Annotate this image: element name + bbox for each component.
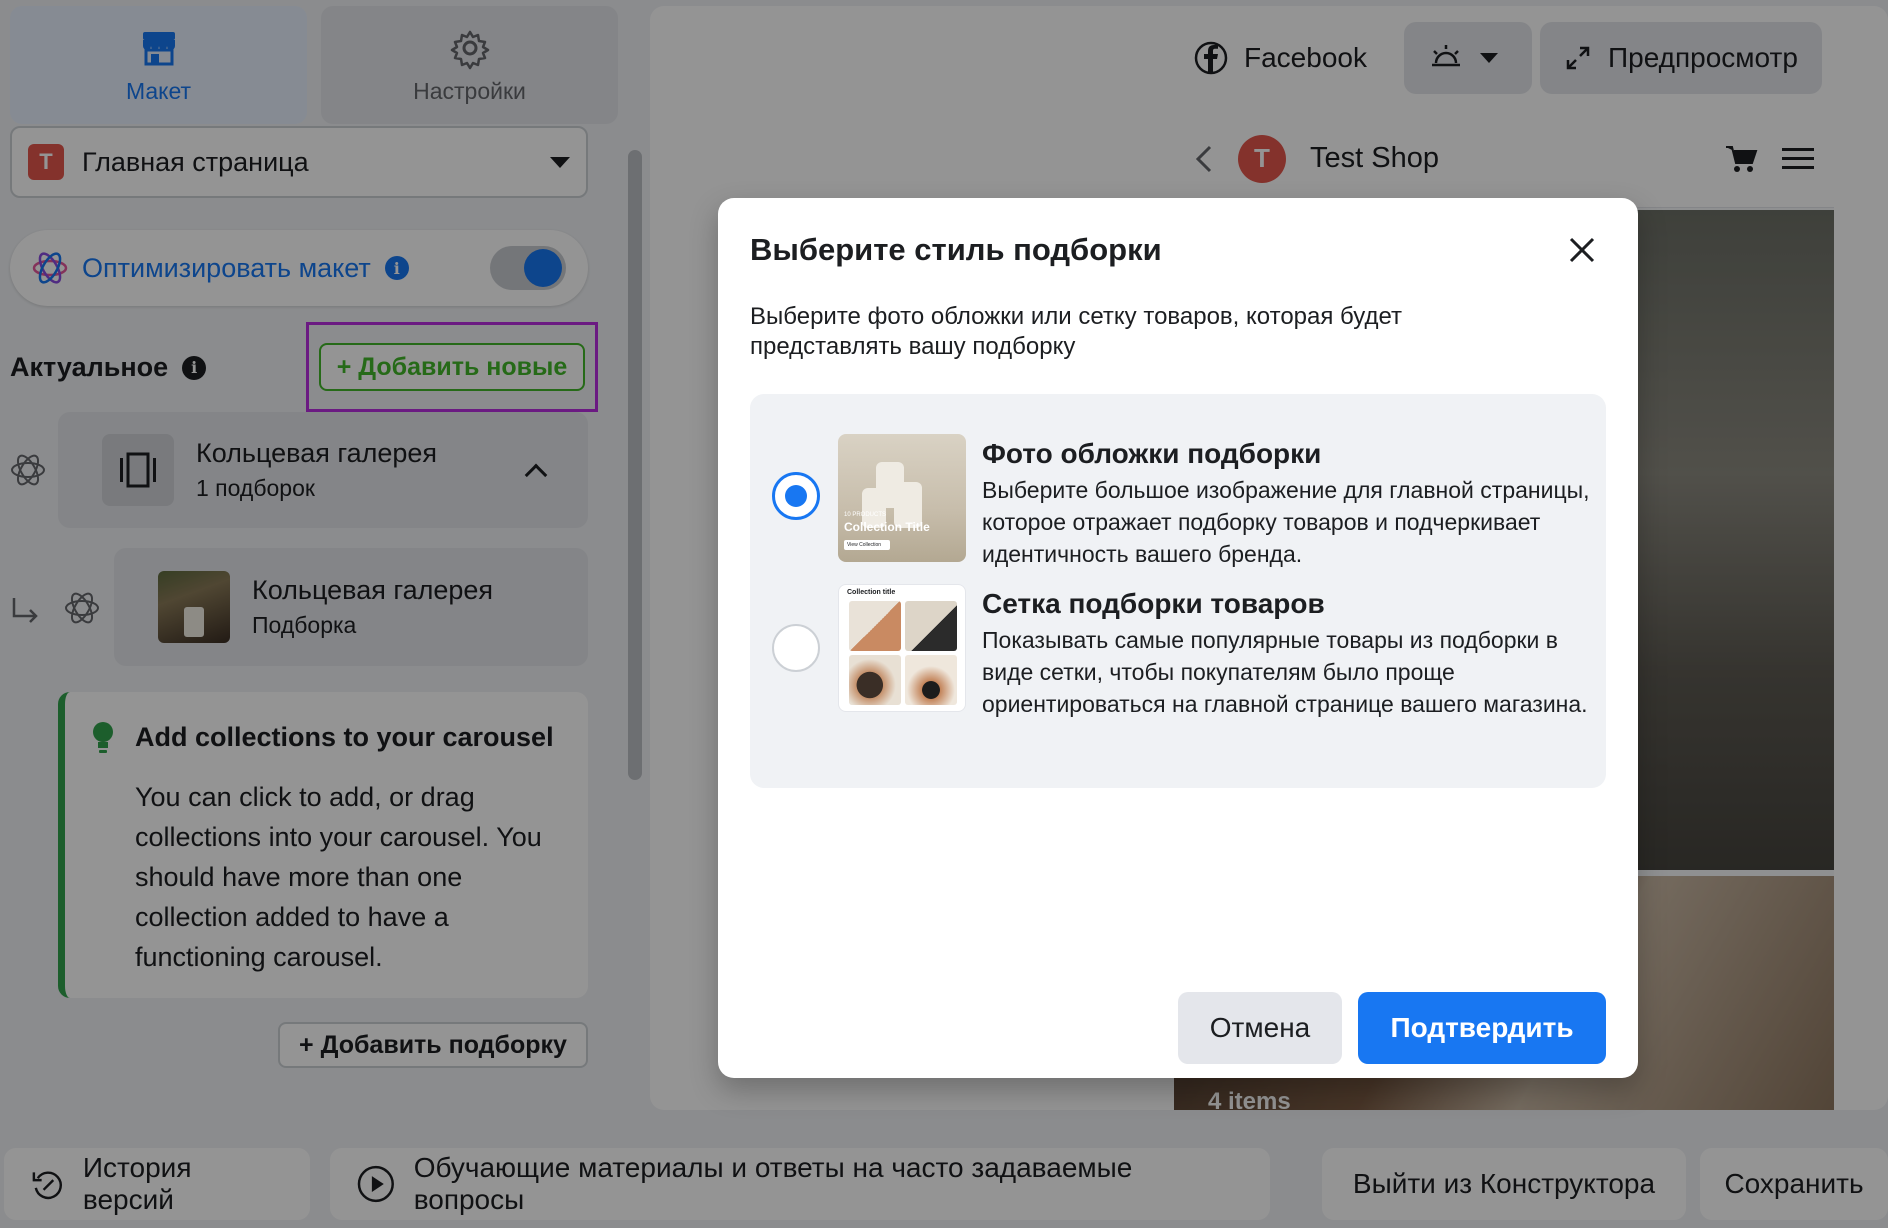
collection-style-dialog: Выберите стиль подборки Выберите фото об… — [718, 198, 1638, 1078]
dialog-title: Выберите стиль подборки — [750, 232, 1162, 267]
option-cover-title: Фото обложки подборки — [982, 438, 1322, 469]
option-grid-body: Показывать самые популярные товары из по… — [982, 627, 1588, 717]
close-icon — [1569, 237, 1595, 263]
option-product-grid[interactable]: Collection title Сетка подборки товаров … — [750, 580, 1606, 788]
radio-cover-photo[interactable] — [772, 472, 820, 520]
style-options: 10 PRODUCTS Collection Title View Collec… — [750, 394, 1606, 788]
close-button[interactable] — [1558, 226, 1606, 274]
option-cover-body: Выберите большое изображение для главной… — [982, 477, 1590, 567]
thumb-button: View Collection — [844, 540, 890, 550]
product-grid-thumbnail: Collection title — [838, 584, 966, 712]
thumb-small-caption: 10 PRODUCTS — [844, 512, 887, 518]
option-cover-photo[interactable]: 10 PRODUCTS Collection Title View Collec… — [750, 394, 1606, 580]
confirm-button[interactable]: Подтвердить — [1358, 992, 1606, 1064]
cancel-button[interactable]: Отмена — [1178, 992, 1342, 1064]
cover-photo-thumbnail: 10 PRODUCTS Collection Title View Collec… — [838, 434, 966, 562]
radio-product-grid[interactable] — [772, 624, 820, 672]
dialog-description: Выберите фото обложки или сетку товаров,… — [750, 303, 1403, 360]
thumb-button-label: View Collection — [847, 542, 882, 548]
thumb-caption: Collection Title — [844, 520, 930, 534]
thumb-caption: Collection title — [847, 589, 896, 596]
option-grid-title: Сетка подборки товаров — [982, 588, 1325, 619]
